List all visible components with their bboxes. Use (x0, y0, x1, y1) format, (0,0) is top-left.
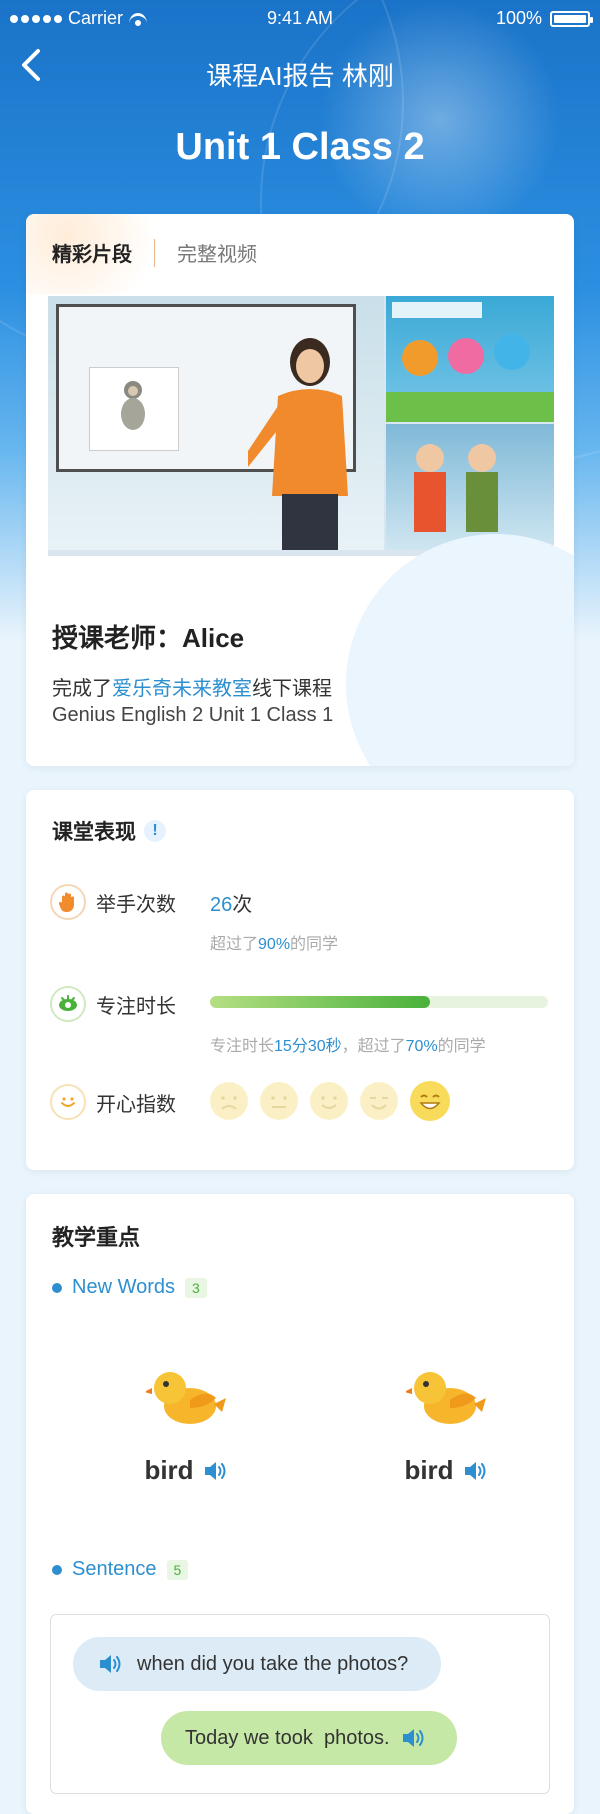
bullet-icon (52, 1282, 62, 1293)
question-bubble[interactable]: when did you take the photos? (73, 1637, 441, 1691)
happiness-metric: 开心指数 (50, 1084, 176, 1120)
tab-divider (154, 238, 155, 267)
decor-bubble (346, 534, 574, 766)
board-card (89, 367, 179, 451)
teacher-label: 授课老师：Alice (52, 623, 245, 653)
word-label: bird (144, 1455, 194, 1485)
face-sad-icon (210, 1082, 248, 1120)
speaker-icon[interactable] (400, 1725, 426, 1751)
section-title: 课堂表现 (52, 821, 136, 844)
speaker-icon[interactable] (97, 1651, 123, 1677)
classroom-link[interactable]: 爱乐奇未来教室 (112, 678, 252, 700)
battery-label: 100% (495, 8, 542, 28)
sentence-box: when did you take the photos? Today we t… (50, 1614, 550, 1794)
tab-highlights[interactable]: 精彩片段 (52, 238, 132, 267)
hand-icon (50, 884, 86, 920)
hand-raise-value: 26次 (210, 894, 253, 916)
focus-compare: 专注时长15分30秒，超过了70%的同学 (210, 1038, 486, 1055)
face-happy-icon (360, 1082, 398, 1120)
happiness-rating (210, 1081, 450, 1122)
status-bar: Carrier 9:41 AM 100% (0, 0, 600, 34)
section-title: 教学重点 (52, 1225, 141, 1250)
bullet-icon (52, 1564, 62, 1575)
speaker-icon[interactable] (462, 1458, 488, 1484)
face-neutral-icon (260, 1082, 298, 1120)
happiness-label: 开心指数 (96, 1093, 176, 1116)
focus-progress-bar (210, 996, 548, 1008)
hand-raise-label: 举手次数 (96, 893, 176, 916)
hand-raise-metric: 举手次数 (50, 884, 176, 920)
face-laugh-icon (410, 1081, 450, 1121)
video-card: 精彩片段 完整视频 授课老师：Alice 完成了爱乐奇未来教室线下课程 Geni… (26, 214, 574, 766)
kids-scene (386, 424, 554, 550)
video-player[interactable] (48, 296, 554, 556)
focus-label: 专注时长 (96, 995, 176, 1018)
word-card: bird (106, 1364, 266, 1486)
face-smile-icon (310, 1082, 348, 1120)
classroom-scene (48, 296, 384, 550)
sentence-header: Sentence 5 (52, 1558, 189, 1581)
new-words-header: New Words 3 (52, 1276, 207, 1299)
count-badge: 3 (185, 1277, 207, 1298)
teacher-image (248, 338, 348, 550)
count-badge: 5 (166, 1559, 189, 1580)
course-name: Genius English 2 Unit 1 Class 1 (52, 704, 334, 726)
completion-text: 完成了爱乐奇未来教室线下课程 (52, 678, 332, 700)
question-text: when did you take the photos? (137, 1652, 409, 1675)
course-title: Unit 1 Class 2 (175, 126, 425, 168)
teaching-card: 教学重点 New Words 3 bird bird Sentence 5 wh… (26, 1194, 574, 1814)
tab-full-video[interactable]: 完整视频 (177, 238, 257, 267)
cartoon-scene (386, 296, 554, 422)
hand-raise-compare: 超过了90%的同学 (210, 936, 339, 953)
focus-progress-fill (210, 996, 430, 1008)
performance-card: 课堂表现 ! 举手次数 26次 超过了90%的同学 专注时长 专注时长15分30… (26, 790, 574, 1170)
answer-text: Today we took photos. (185, 1726, 390, 1749)
bird-image (404, 1372, 486, 1424)
video-tabs: 精彩片段 完整视频 (52, 238, 257, 267)
bird-image (144, 1372, 226, 1424)
word-card: bird (366, 1364, 526, 1486)
focus-metric: 专注时长 (50, 986, 176, 1022)
page-title: 课程AI报告 林刚 (206, 61, 394, 91)
monkey-image (121, 381, 145, 430)
smile-icon (50, 1084, 86, 1120)
battery-icon (550, 10, 593, 27)
eye-icon (50, 986, 86, 1022)
word-label: bird (404, 1455, 454, 1485)
info-icon[interactable]: ! (144, 820, 166, 842)
answer-bubble[interactable]: Today we took photos. (161, 1711, 457, 1765)
speaker-icon[interactable] (202, 1458, 228, 1484)
